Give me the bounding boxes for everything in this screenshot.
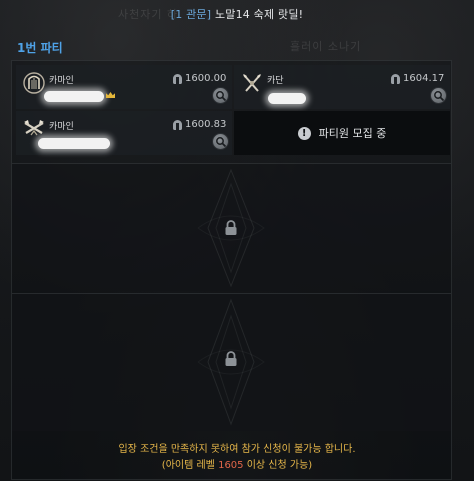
member-class-label: 카마인 bbox=[49, 76, 74, 86]
inspect-button[interactable] bbox=[212, 133, 229, 150]
member-name-redacted bbox=[44, 91, 104, 102]
lock-icon bbox=[225, 220, 237, 235]
requirement-suffix: 이상 신청 가능) bbox=[246, 460, 313, 471]
magnifier-icon bbox=[216, 137, 227, 148]
exclamation-icon: ! bbox=[297, 126, 311, 140]
entry-requirement-warning: 입장 조건을 만족하지 못하여 참가 신청이 불가능 합니다. bbox=[118, 444, 356, 455]
raid-title-text: 노말14 숙제 랏딜! bbox=[214, 8, 304, 21]
locked-party-slot-3 bbox=[12, 293, 451, 431]
required-item-level: 1605 bbox=[218, 460, 244, 471]
member-item-level: 1600.00 bbox=[185, 73, 227, 84]
item-level-helm-icon bbox=[173, 74, 182, 84]
member-class-label: 카마인 bbox=[49, 122, 74, 132]
recruit-status-text: 파티원 모집 중 bbox=[318, 127, 387, 140]
slayer-crossed-blades-icon bbox=[243, 74, 261, 92]
raid-title: [1 관문] 노말14 숙제 랏딜! bbox=[0, 6, 474, 22]
party-leader-crown-icon bbox=[106, 92, 115, 98]
party-member-slot-3[interactable]: 카마인 1600.83 bbox=[16, 111, 232, 155]
member-item-level: 1604.17 bbox=[403, 73, 445, 84]
lock-icon bbox=[225, 351, 237, 366]
party-member-slot-1[interactable]: 카마인 1600.00 bbox=[16, 65, 232, 109]
item-level-helm-icon bbox=[391, 74, 400, 84]
magnifier-icon bbox=[216, 91, 227, 102]
inspect-button[interactable] bbox=[430, 87, 447, 104]
item-level-requirement: (아이템 레벨 1605 이상 신청 가능) bbox=[0, 456, 474, 471]
item-level-helm-icon bbox=[173, 120, 182, 130]
party-panel: 카마인 1600.00 카단 1604.17 카마인 1600.83 ! 파티원… bbox=[11, 60, 452, 480]
background-ghost-text: 흘러이 소나기 bbox=[290, 40, 362, 53]
party-label: 1번 파티 bbox=[17, 41, 63, 55]
member-item-level: 1600.83 bbox=[185, 119, 227, 130]
requirement-prefix: (아이템 레벨 bbox=[161, 460, 215, 471]
party-member-slot-2[interactable]: 카단 1604.17 bbox=[234, 65, 450, 109]
party-recruit-slot[interactable]: ! 파티원 모집 중 bbox=[234, 111, 450, 155]
member-name-redacted bbox=[268, 93, 306, 104]
bard-harp-icon bbox=[23, 72, 45, 94]
inspect-button[interactable] bbox=[212, 87, 229, 104]
magnifier-icon bbox=[434, 91, 445, 102]
locked-party-slot-2 bbox=[12, 163, 451, 291]
member-name-redacted bbox=[38, 138, 110, 149]
member-class-label: 카단 bbox=[267, 76, 284, 86]
raid-gate-tag: [1 관문] bbox=[170, 8, 212, 21]
